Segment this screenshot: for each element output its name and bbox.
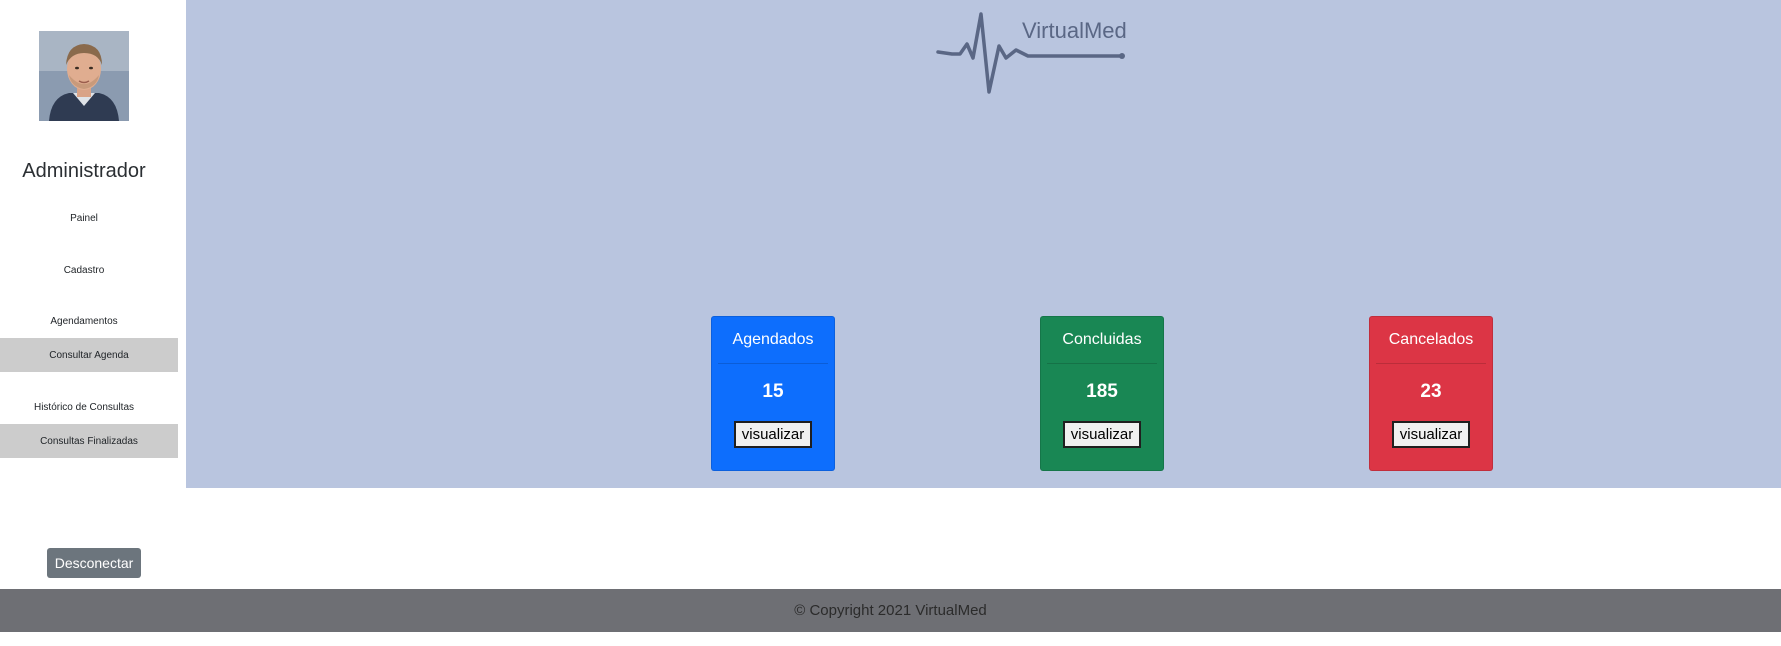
view-agendados-button[interactable]: visualizar <box>734 421 812 448</box>
card-title: Agendados <box>718 317 828 364</box>
card-title: Concluidas <box>1047 317 1157 364</box>
copyright-text: © Copyright 2021 VirtualMed <box>794 602 987 619</box>
sidebar: Administrador Painel Cadastro Agendament… <box>0 0 186 589</box>
logout-button[interactable]: Desconectar <box>47 548 141 578</box>
footer: © Copyright 2021 VirtualMed <box>0 589 1781 632</box>
sidebar-item-agendamentos[interactable]: Agendamentos <box>0 316 168 327</box>
card-agendados: Agendados 15 visualizar <box>711 316 835 471</box>
main-content: VirtualMed Agendados 15 visualizar Concl… <box>186 0 1781 488</box>
card-concluidas: Concluidas 185 visualizar <box>1040 316 1164 471</box>
view-cancelados-button[interactable]: visualizar <box>1392 421 1470 448</box>
sidebar-item-historico[interactable]: Histórico de Consultas <box>0 402 168 413</box>
card-cancelados: Cancelados 23 visualizar <box>1369 316 1493 471</box>
logo-text: VirtualMed <box>1022 18 1127 43</box>
role-title: Administrador <box>22 160 146 182</box>
card-title: Cancelados <box>1376 317 1486 364</box>
view-concluidas-button[interactable]: visualizar <box>1063 421 1141 448</box>
avatar <box>39 31 129 121</box>
sidebar-item-cadastro[interactable]: Cadastro <box>0 265 168 276</box>
sidebar-item-consultas-finalizadas[interactable]: Consultas Finalizadas <box>0 424 178 458</box>
sidebar-item-painel[interactable]: Painel <box>0 213 168 224</box>
card-count: 185 <box>1086 381 1118 402</box>
sidebar-item-consultar-agenda[interactable]: Consultar Agenda <box>0 338 178 372</box>
card-count: 15 <box>762 381 784 402</box>
card-count: 23 <box>1420 381 1442 402</box>
